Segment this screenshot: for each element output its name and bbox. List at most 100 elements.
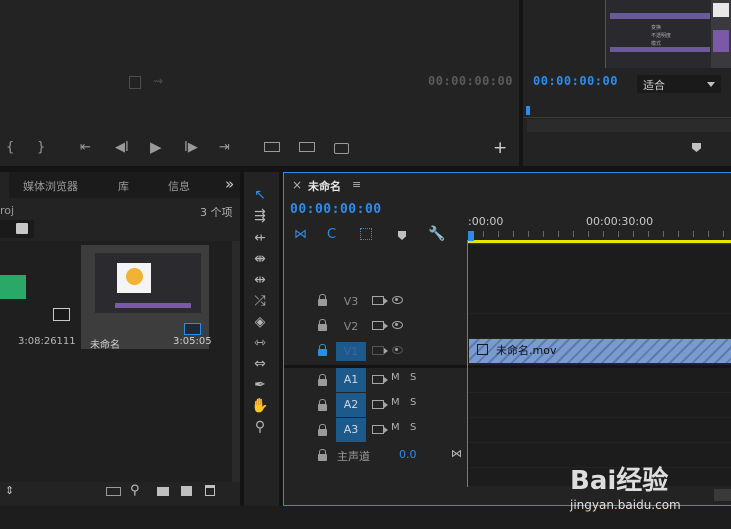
camera-icon[interactable]	[372, 346, 388, 355]
snap-icon[interactable]: ⋈	[294, 227, 307, 242]
track-select-tool-icon[interactable]: ⇶	[250, 207, 270, 225]
wrench-icon[interactable]: 🔧	[428, 226, 445, 242]
track-label[interactable]: V1	[336, 342, 366, 361]
camera-icon[interactable]	[372, 296, 388, 305]
go-to-in-icon[interactable]: ⇤	[80, 140, 91, 156]
timeline-playhead-handle[interactable]	[468, 231, 474, 241]
track-lane[interactable]: 未命名.mov	[468, 339, 731, 363]
track-a3[interactable]: A3 M S	[284, 418, 731, 443]
rolling-edit-tool-icon[interactable]: ⇼	[250, 250, 270, 268]
work-area-bar[interactable]	[468, 240, 731, 243]
marker-icon[interactable]	[398, 231, 406, 240]
search-field[interactable]	[0, 220, 34, 238]
mute-button[interactable]: M	[391, 422, 400, 433]
project-scroll-bar[interactable]	[232, 241, 240, 482]
track-label[interactable]: V2	[336, 317, 366, 336]
tab-media-browser[interactable]: 媒体浏览器	[23, 178, 78, 194]
step-forward-icon[interactable]: I▶	[184, 140, 198, 156]
camera-icon[interactable]	[334, 143, 349, 154]
track-label[interactable]: A1	[336, 368, 366, 392]
zoom-tool-icon[interactable]: ⚲	[250, 418, 270, 436]
go-to-out-icon[interactable]: ⇥	[219, 140, 230, 156]
program-ruler[interactable]	[523, 106, 731, 118]
track-v1[interactable]: V1 未命名.mov	[284, 339, 731, 364]
insert-icon[interactable]	[264, 142, 280, 152]
new-bin-icon[interactable]	[157, 487, 169, 496]
razor-tool-icon[interactable]: ⤮	[250, 292, 270, 310]
rate-stretch-tool-icon[interactable]: ⇹	[250, 271, 270, 289]
lock-icon[interactable]	[318, 449, 327, 461]
add-button-icon[interactable]: +	[493, 140, 507, 157]
program-playhead[interactable]	[526, 106, 530, 115]
track-v3[interactable]: V3	[284, 289, 731, 314]
track-label[interactable]: A3	[336, 418, 366, 442]
blade-tool-icon[interactable]: ◈	[250, 313, 270, 331]
find-icon[interactable]: ⚲	[130, 483, 140, 498]
track-a1[interactable]: A1 M S	[284, 368, 731, 393]
camera-icon[interactable]	[372, 321, 388, 330]
new-item-icon[interactable]	[181, 486, 192, 496]
solo-button[interactable]: S	[410, 422, 416, 433]
tab-info[interactable]: 信息	[168, 178, 190, 194]
pen-tool-icon[interactable]: ✒	[250, 376, 270, 394]
go-to-end-icon[interactable]: ⋈	[451, 447, 462, 460]
linked-selection-icon[interactable]: C	[327, 227, 336, 242]
timeline-tab[interactable]: × 未命名 ≡	[284, 173, 384, 197]
list-item[interactable]: 未命名 3:05:05	[81, 245, 212, 351]
source-timecode[interactable]: 00:00:00:00	[428, 74, 513, 88]
track-lane[interactable]	[468, 314, 731, 338]
track-lane[interactable]	[468, 289, 731, 313]
list-item[interactable]: 3:08:26111	[0, 245, 76, 349]
timeline-ruler[interactable]: :00:00 00:00:30:00	[468, 211, 731, 244]
camera-icon[interactable]	[372, 375, 388, 384]
track-v2[interactable]: V2	[284, 314, 731, 339]
sort-icon[interactable]: ⇕	[5, 484, 14, 497]
trash-icon[interactable]	[205, 485, 215, 496]
track-label[interactable]: V3	[336, 292, 366, 311]
lock-icon[interactable]	[318, 399, 327, 411]
camera-icon[interactable]	[372, 400, 388, 409]
automate-icon[interactable]	[106, 487, 121, 496]
add-marker-grid-icon[interactable]	[360, 228, 372, 240]
video-clip[interactable]: 未命名.mov	[469, 339, 731, 363]
lock-icon[interactable]	[318, 424, 327, 436]
track-label[interactable]: A2	[336, 393, 366, 417]
marker-icon[interactable]	[692, 143, 701, 152]
playhead-line[interactable]	[467, 240, 468, 487]
eye-icon[interactable]	[392, 296, 403, 304]
mute-button[interactable]: M	[391, 372, 400, 383]
solo-button[interactable]: S	[410, 397, 416, 408]
hand-tool-icon[interactable]: ✋	[250, 397, 270, 415]
slide-tool-icon[interactable]: ⇔	[250, 355, 270, 373]
track-lane[interactable]	[468, 368, 731, 392]
fit-dropdown[interactable]: 适合	[637, 75, 721, 93]
lock-icon[interactable]	[318, 374, 327, 386]
solo-button[interactable]: S	[410, 372, 416, 383]
ripple-edit-tool-icon[interactable]: ⇷	[250, 229, 270, 247]
tab-menu-icon[interactable]: ≡	[352, 178, 361, 191]
lock-icon[interactable]	[318, 294, 327, 306]
mark-out-icon[interactable]: }	[37, 140, 45, 156]
timeline-timecode[interactable]: 00:00:00:00	[290, 202, 382, 217]
eye-icon[interactable]	[392, 321, 403, 329]
program-scroll-bar[interactable]	[527, 119, 731, 132]
track-a2[interactable]: A2 M S	[284, 393, 731, 418]
tab-libraries[interactable]: 库	[118, 178, 129, 194]
panel-overflow-icon[interactable]: »	[225, 175, 234, 193]
mute-button[interactable]: M	[391, 397, 400, 408]
track-lane[interactable]	[468, 418, 731, 442]
lock-icon-locked[interactable]	[318, 344, 327, 356]
slip-tool-icon[interactable]: ⇿	[250, 334, 270, 352]
eye-icon[interactable]	[392, 346, 403, 354]
overwrite-icon[interactable]	[299, 142, 315, 152]
close-icon[interactable]: ×	[292, 178, 302, 192]
lock-icon[interactable]	[318, 319, 327, 331]
selection-tool-icon[interactable]: ↖	[250, 186, 270, 204]
step-back-icon[interactable]: ◀I	[115, 140, 129, 156]
camera-icon[interactable]	[372, 425, 388, 434]
play-icon[interactable]: ▶	[150, 139, 162, 155]
program-timecode[interactable]: 00:00:00:00	[533, 74, 618, 88]
track-lane[interactable]	[468, 393, 731, 417]
mark-in-icon[interactable]: {	[6, 140, 14, 156]
master-volume[interactable]: 0.0	[399, 448, 417, 461]
